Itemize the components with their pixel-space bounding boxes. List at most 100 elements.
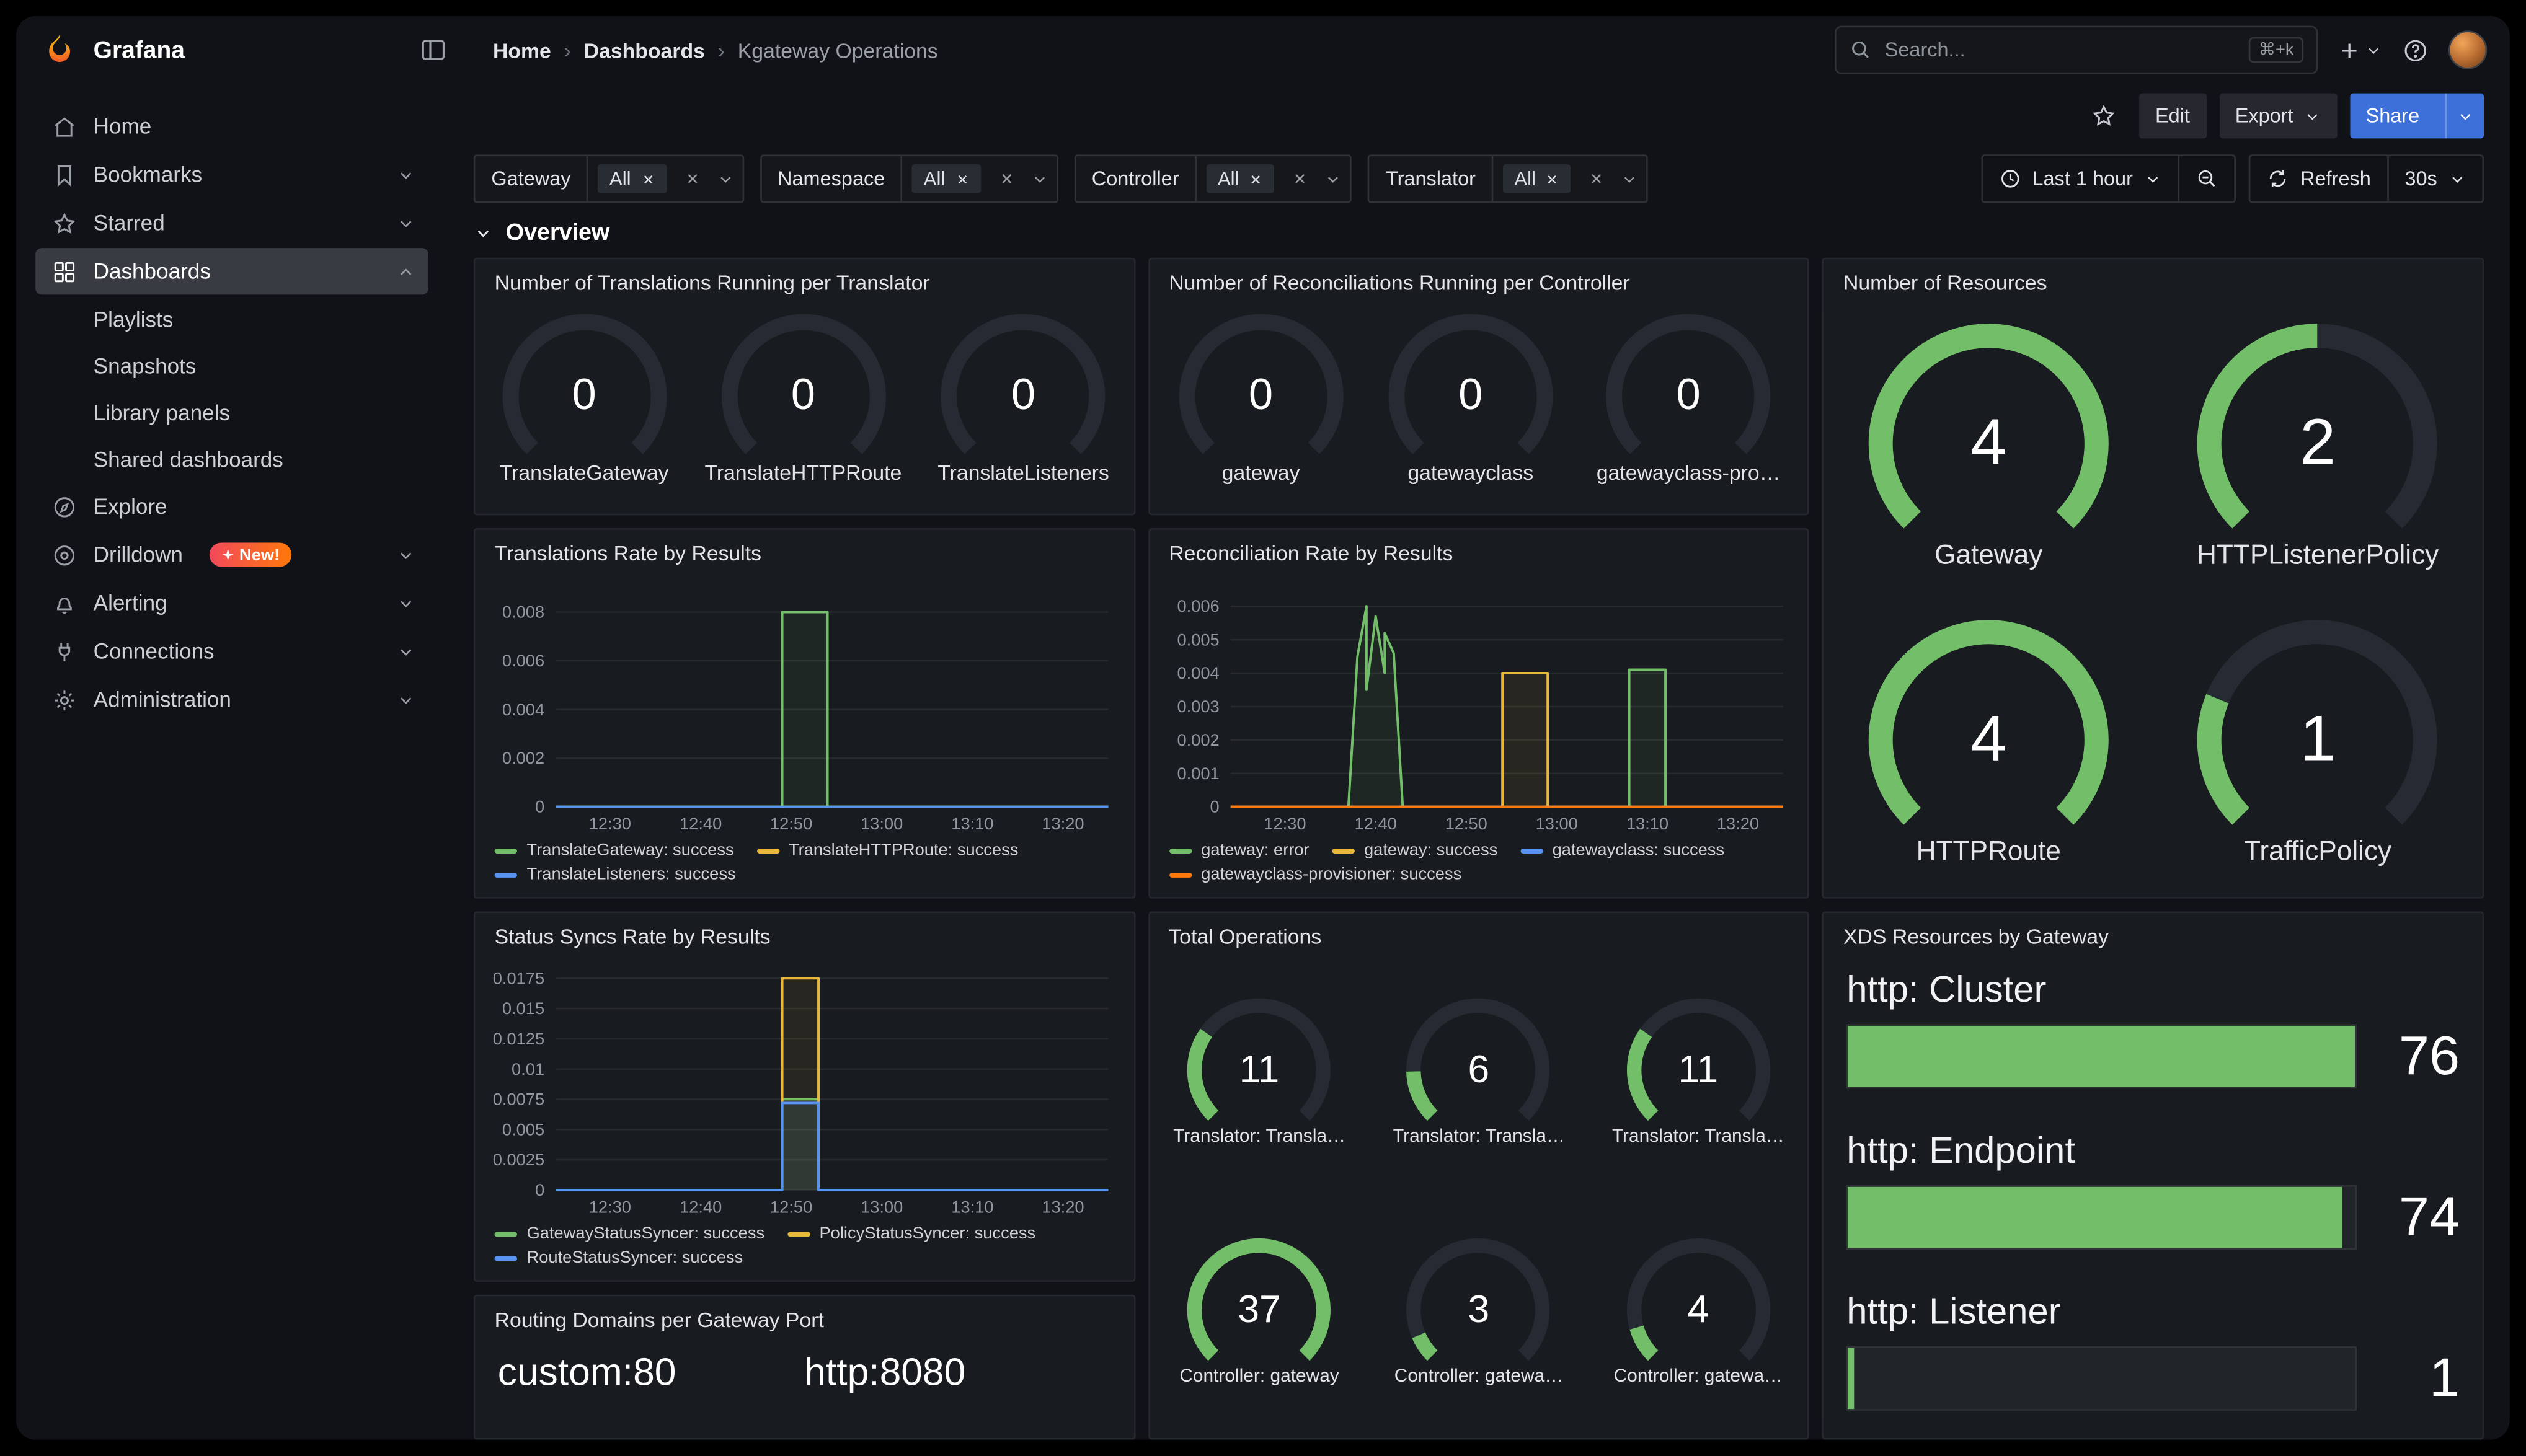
breadcrumb-home[interactable]: Home — [493, 38, 551, 62]
sidebar-item-starred[interactable]: Starred — [35, 200, 428, 246]
grafana-logo[interactable] — [42, 32, 78, 68]
edit-button[interactable]: Edit — [2139, 94, 2206, 139]
chevron-down-icon[interactable] — [708, 170, 742, 188]
filter-value-chip[interactable]: All — [912, 164, 980, 193]
zoom-out-button[interactable] — [2178, 156, 2235, 201]
zoom-out-icon — [2196, 167, 2218, 190]
breadcrumb-dashboards[interactable]: Dashboards — [584, 38, 705, 62]
panel-title[interactable]: Translations Rate by Results — [475, 530, 1133, 568]
row-overview-toggle[interactable]: Overview — [474, 210, 2484, 258]
sidebar-item-snapshots[interactable]: Snapshots — [35, 343, 428, 388]
sidebar-item-library-panels[interactable]: Library panels — [35, 390, 428, 435]
chevron-up-icon[interactable] — [396, 262, 415, 281]
sidebar-item-home[interactable]: Home — [35, 103, 428, 149]
chevron-down-icon[interactable] — [396, 642, 415, 661]
time-series-chart[interactable]: 00.00250.0050.00750.010.01250.0150.01751… — [482, 955, 1121, 1219]
sidebar-item-bookmarks[interactable]: Bookmarks — [35, 151, 428, 198]
series-color-mark — [756, 848, 779, 853]
panel-total-operations: Total Operations 11 Translator: Transla… — [1148, 911, 1810, 1439]
sidebar-item-drilldown[interactable]: Drilldown New! — [35, 531, 428, 578]
panel-title[interactable]: Reconciliation Rate by Results — [1150, 530, 1808, 568]
filter-namespace[interactable]: Namespace All — [760, 154, 1058, 203]
close-icon — [1249, 172, 1263, 186]
chevron-down-icon[interactable] — [396, 593, 415, 612]
filter-gateway[interactable]: Gateway All — [474, 154, 744, 203]
sidebar-item-dashboards[interactable]: Dashboards — [35, 248, 428, 294]
chevron-down-icon[interactable] — [1613, 170, 1647, 188]
legend-item[interactable]: gateway: error — [1169, 841, 1309, 860]
sidebar-item-connections[interactable]: Connections — [35, 628, 428, 674]
legend-item[interactable]: gatewayclass-provisioner: success — [1169, 865, 1461, 884]
user-avatar[interactable] — [2448, 30, 2487, 69]
filter-value-chip[interactable]: All — [598, 164, 667, 193]
search-input[interactable] — [1885, 38, 2236, 61]
legend-item[interactable]: PolicyStatusSyncer: success — [787, 1224, 1036, 1243]
gauge: 1 — [2196, 617, 2439, 860]
time-range-picker[interactable]: Last 1 hour — [1982, 156, 2178, 201]
chevron-down-icon[interactable] — [396, 690, 415, 709]
bar-value: 1 — [2379, 1347, 2460, 1410]
search-shortcut: ⌘+k — [2249, 37, 2303, 63]
sidebar-item-shared-dashboards[interactable]: Shared dashboards — [35, 436, 428, 482]
breadcrumb-separator: › — [718, 38, 725, 62]
chevron-down-icon[interactable] — [396, 213, 415, 232]
legend-item[interactable]: GatewayStatusSyncer: success — [495, 1224, 765, 1243]
chevron-down-icon[interactable] — [1316, 170, 1350, 188]
panel-title[interactable]: Number of Reconciliations Running per Co… — [1150, 259, 1808, 298]
sidebar-item-explore[interactable]: Explore — [35, 483, 428, 529]
filter-clear-icon[interactable] — [990, 170, 1022, 187]
filter-clear-icon[interactable] — [676, 170, 708, 187]
svg-text:12:30: 12:30 — [589, 814, 631, 833]
panel-title[interactable]: XDS Resources by Gateway — [1824, 913, 2483, 951]
stat-row: custom:80 http:8080 — [475, 1335, 1133, 1438]
filter-value-chip[interactable]: All — [1207, 164, 1275, 193]
gauge-value: 0 — [1605, 312, 1772, 479]
filter-clear-icon[interactable] — [1581, 170, 1613, 187]
sidebar-item-alerting[interactable]: Alerting — [35, 580, 428, 626]
refresh-icon — [2267, 167, 2289, 190]
svg-text:0.006: 0.006 — [502, 651, 544, 670]
close-icon — [955, 172, 969, 186]
gauge-value: 0 — [719, 312, 887, 479]
refresh-button[interactable]: Refresh — [2251, 156, 2387, 201]
bell-icon — [51, 590, 78, 616]
filter-clear-icon[interactable] — [1284, 170, 1316, 187]
panel-title[interactable]: Status Syncs Rate by Results — [475, 913, 1133, 951]
legend-item[interactable]: TranslateGateway: success — [495, 841, 734, 860]
time-series-chart[interactable]: 00.0010.0020.0030.0040.0050.00612:3012:4… — [1156, 571, 1796, 836]
legend-item[interactable]: TranslateHTTPRoute: success — [756, 841, 1018, 860]
panel-title[interactable]: Number of Translations Running per Trans… — [475, 259, 1133, 298]
sidebar-item-playlists[interactable]: Playlists — [35, 296, 428, 342]
gauge-value: 4 — [1625, 1237, 1771, 1383]
grid-column: Number of Resources 4 Gateway 2 — [1822, 258, 2484, 1440]
legend-item[interactable]: RouteStatusSyncer: success — [495, 1248, 743, 1267]
filter-controller[interactable]: Controller All — [1074, 154, 1352, 203]
panel-title[interactable]: Number of Resources — [1824, 259, 2483, 298]
gauge-cell: 0 TranslateHTTPRoute — [704, 312, 902, 484]
search-box[interactable]: ⌘+k — [1835, 26, 2318, 74]
sidebar-toggle-icon[interactable] — [419, 35, 448, 64]
export-button[interactable]: Export — [2219, 94, 2337, 139]
favorite-star-icon[interactable] — [2081, 94, 2126, 139]
filter-value-chip[interactable]: All — [1503, 164, 1571, 193]
svg-text:12:50: 12:50 — [770, 1197, 812, 1216]
time-series-chart[interactable]: 00.0020.0040.0060.00812:3012:4012:5013:0… — [482, 571, 1121, 836]
legend-item[interactable]: gateway: success — [1332, 841, 1497, 860]
legend-item[interactable]: gatewayclass: success — [1520, 841, 1724, 860]
svg-text:0.0175: 0.0175 — [493, 968, 544, 987]
chevron-down-icon[interactable] — [396, 545, 415, 564]
new-menu-button[interactable] — [2338, 38, 2383, 62]
chart-legend: gateway: error gateway: success gatewayc… — [1150, 836, 1808, 897]
legend-item[interactable]: TranslateListeners: success — [495, 865, 736, 884]
filter-translator[interactable]: Translator All — [1368, 154, 1648, 203]
share-menu-caret[interactable] — [2445, 94, 2484, 139]
panel-title[interactable]: Routing Domains per Gateway Port — [475, 1296, 1133, 1335]
gauge: 0 — [1387, 312, 1554, 479]
share-button[interactable]: Share — [2350, 94, 2484, 139]
help-icon[interactable] — [2402, 36, 2429, 63]
panel-title[interactable]: Total Operations — [1150, 913, 1808, 951]
chevron-down-icon[interactable] — [1022, 170, 1057, 188]
chevron-down-icon[interactable] — [396, 165, 415, 184]
sidebar-item-administration[interactable]: Administration — [35, 676, 428, 723]
refresh-interval-picker[interactable]: 30s — [2387, 156, 2483, 201]
